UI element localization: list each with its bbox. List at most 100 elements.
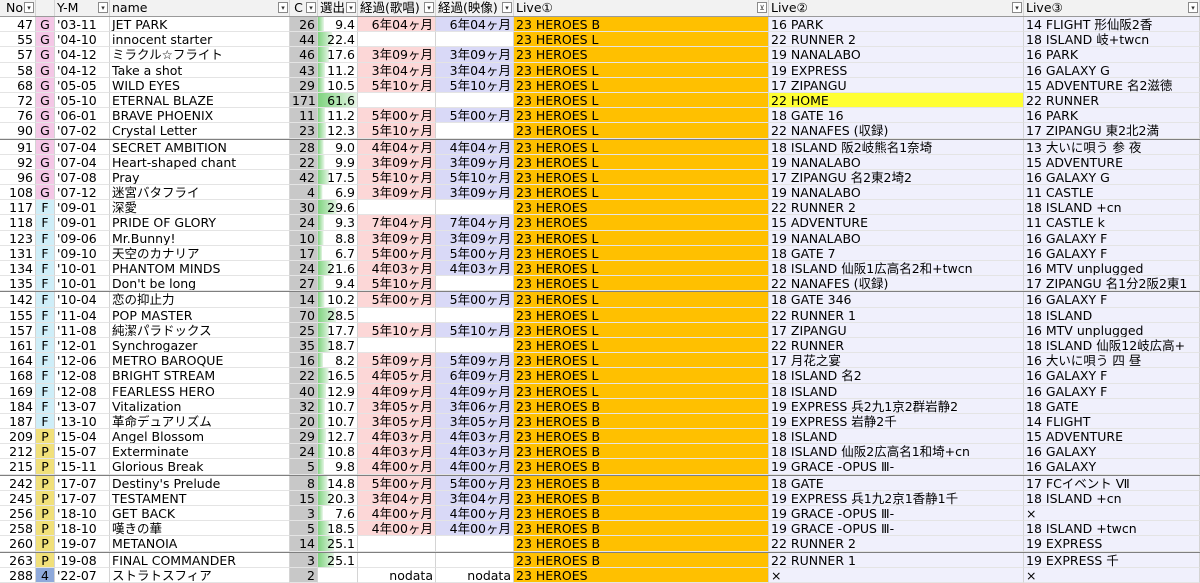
row-number[interactable]: 134: [0, 261, 36, 277]
elapsed-video-cell[interactable]: 3年04ヶ月: [436, 62, 514, 78]
live3-cell[interactable]: 16 PARK: [1024, 47, 1200, 63]
row-number[interactable]: 288: [0, 567, 36, 583]
live2-cell[interactable]: 19 EXPRESS 兵2九1京2群岩静2: [769, 398, 1024, 414]
filter-dropdown-icon[interactable]: ▾: [24, 2, 34, 13]
elapsed-video-cell[interactable]: 5年00ヶ月: [436, 108, 514, 124]
category-cell[interactable]: F: [36, 368, 55, 384]
selection-pct-cell[interactable]: 9.8: [318, 459, 358, 475]
row-number[interactable]: 96: [0, 169, 36, 186]
song-name-cell[interactable]: Crystal Letter: [110, 123, 290, 139]
row-number[interactable]: 57: [0, 47, 36, 63]
elapsed-song-cell[interactable]: [358, 536, 436, 552]
selection-pct-cell[interactable]: 17.6: [318, 47, 358, 63]
song-name-cell[interactable]: Vitalization: [110, 398, 290, 414]
selection-pct-cell[interactable]: 6.7: [318, 245, 358, 261]
row-number[interactable]: 157: [0, 322, 36, 338]
year-month-cell[interactable]: '12-06: [55, 353, 110, 369]
year-month-cell[interactable]: '10-04: [55, 292, 110, 308]
year-month-cell[interactable]: '15-04: [55, 429, 110, 445]
category-cell[interactable]: G: [36, 92, 55, 109]
year-month-cell[interactable]: '05-05: [55, 77, 110, 93]
row-number[interactable]: 47: [0, 17, 36, 33]
category-cell[interactable]: G: [36, 108, 55, 124]
year-month-cell[interactable]: '18-10: [55, 506, 110, 522]
year-month-cell[interactable]: '07-08: [55, 169, 110, 186]
live2-cell[interactable]: 17 月花之宴: [769, 353, 1024, 369]
category-cell[interactable]: F: [36, 322, 55, 338]
year-month-cell[interactable]: '12-08: [55, 383, 110, 399]
elapsed-song-cell[interactable]: 5年00ヶ月: [358, 108, 436, 124]
year-month-cell[interactable]: '19-08: [55, 552, 110, 568]
live2-cell[interactable]: 16 PARK: [769, 17, 1024, 33]
live1-cell[interactable]: 23 HEROES: [514, 47, 769, 63]
header-name[interactable]: name ▾: [110, 0, 290, 16]
category-cell[interactable]: 4: [36, 567, 55, 583]
count-cell[interactable]: 11: [290, 108, 318, 124]
count-cell[interactable]: 15: [290, 490, 318, 506]
live2-cell[interactable]: 19 NANALABO: [769, 230, 1024, 246]
table-row[interactable]: 242 P '17-07 Destiny's Prelude 8 14.8 5年00ヶ月 5年…: [0, 474, 1200, 491]
row-number[interactable]: 258: [0, 521, 36, 537]
live1-cell[interactable]: 23 HEROES L: [514, 368, 769, 384]
live1-cell[interactable]: 23 HEROES L: [514, 230, 769, 246]
live2-cell[interactable]: 19 NANALABO: [769, 47, 1024, 63]
live2-cell[interactable]: 19 GRACE -OPUS Ⅲ-: [769, 521, 1024, 537]
live2-cell[interactable]: 18 ISLAND: [769, 429, 1024, 445]
elapsed-song-cell[interactable]: 4年04ヶ月: [358, 139, 436, 155]
table-row[interactable]: 256 P '18-10 GET BACK 3 7.6 4年00ヶ月 4年00ヶ月 23 HER…: [0, 506, 1200, 522]
live2-cell[interactable]: ×: [769, 567, 1024, 583]
song-name-cell[interactable]: Don't be long: [110, 276, 290, 292]
song-name-cell[interactable]: 嘆きの華: [110, 521, 290, 537]
selection-pct-cell[interactable]: 9.4: [318, 276, 358, 292]
song-name-cell[interactable]: SECRET AMBITION: [110, 139, 290, 155]
elapsed-video-cell[interactable]: 4年00ヶ月: [436, 506, 514, 522]
header-ym[interactable]: Y-M ▾: [55, 0, 110, 16]
selection-pct-cell[interactable]: 29.6: [318, 200, 358, 216]
count-cell[interactable]: 30: [290, 200, 318, 216]
song-name-cell[interactable]: FINAL COMMANDER: [110, 552, 290, 568]
live3-cell[interactable]: 11 CASTLE k: [1024, 215, 1200, 231]
live2-cell[interactable]: 22 RUNNER 2: [769, 32, 1024, 48]
live1-cell[interactable]: 23 HEROES L: [514, 353, 769, 369]
header-count[interactable]: C ▾: [290, 0, 318, 16]
song-name-cell[interactable]: ミラクル☆フライト: [110, 47, 290, 63]
count-cell[interactable]: 23: [290, 123, 318, 139]
song-name-cell[interactable]: ストラトスフィア: [110, 567, 290, 583]
selection-pct-cell[interactable]: 9.0: [318, 139, 358, 155]
elapsed-song-cell[interactable]: [358, 307, 436, 323]
selection-pct-cell[interactable]: 18.5: [318, 521, 358, 537]
count-cell[interactable]: 10: [290, 230, 318, 246]
song-name-cell[interactable]: 深愛: [110, 200, 290, 216]
category-cell[interactable]: F: [36, 200, 55, 216]
filter-dropdown-icon[interactable]: ▾: [502, 2, 512, 13]
row-number[interactable]: 242: [0, 475, 36, 491]
elapsed-song-cell[interactable]: 7年04ヶ月: [358, 215, 436, 231]
live1-cell[interactable]: 23 HEROES B: [514, 506, 769, 522]
category-cell[interactable]: F: [36, 261, 55, 277]
row-number[interactable]: 68: [0, 77, 36, 93]
elapsed-song-cell[interactable]: 4年09ヶ月: [358, 383, 436, 399]
selection-pct-cell[interactable]: 22.4: [318, 32, 358, 48]
song-name-cell[interactable]: Exterminate: [110, 444, 290, 460]
live1-cell[interactable]: 23 HEROES L: [514, 185, 769, 201]
row-number[interactable]: 76: [0, 108, 36, 124]
live1-cell[interactable]: 23 HEROES L: [514, 322, 769, 338]
live1-cell[interactable]: 23 HEROES L: [514, 123, 769, 139]
row-number[interactable]: 215: [0, 459, 36, 475]
category-cell[interactable]: F: [36, 292, 55, 308]
count-cell[interactable]: 29: [290, 77, 318, 93]
elapsed-song-cell[interactable]: 4年00ヶ月: [358, 521, 436, 537]
filter-dropdown-icon[interactable]: ▾: [278, 2, 288, 13]
count-cell[interactable]: 43: [290, 62, 318, 78]
song-name-cell[interactable]: 天空のカナリア: [110, 245, 290, 261]
elapsed-song-cell[interactable]: [358, 200, 436, 216]
filter-dropdown-icon[interactable]: ▾: [306, 2, 316, 13]
count-cell[interactable]: 3: [290, 552, 318, 568]
row-number[interactable]: 72: [0, 92, 36, 109]
elapsed-video-cell[interactable]: [436, 200, 514, 216]
song-name-cell[interactable]: Angel Blossom: [110, 429, 290, 445]
elapsed-video-cell[interactable]: 5年00ヶ月: [436, 245, 514, 261]
live1-cell[interactable]: 23 HEROES L: [514, 292, 769, 308]
selection-pct-cell[interactable]: 11.2: [318, 108, 358, 124]
elapsed-video-cell[interactable]: [436, 552, 514, 568]
